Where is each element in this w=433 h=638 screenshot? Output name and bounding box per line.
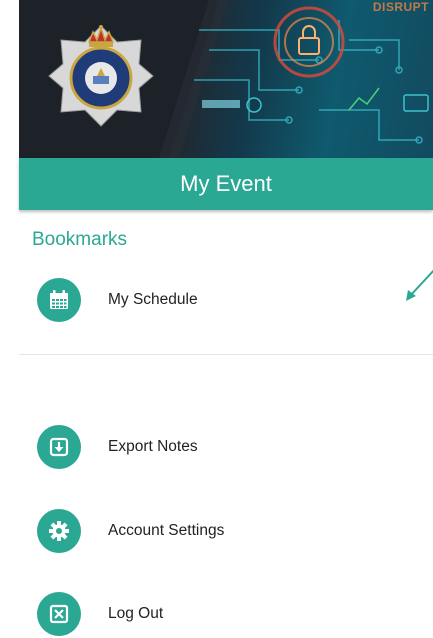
title-bar: My Event (19, 158, 433, 210)
gear-icon (37, 509, 81, 553)
menu-item-label: My Schedule (108, 291, 198, 308)
menu-item-account-settings[interactable]: Account Settings (37, 508, 433, 554)
banner-tag-text: DISRUPT (372, 0, 429, 14)
annotation-arrow-icon (406, 269, 433, 301)
menu-item-my-schedule[interactable]: My Schedule (37, 277, 433, 323)
page-title: My Event (180, 171, 272, 196)
menu-item-label: Export Notes (108, 438, 198, 455)
calendar-icon (37, 278, 81, 322)
menu-item-log-out[interactable]: Log Out (37, 591, 433, 637)
section-title-bookmarks: Bookmarks (32, 229, 128, 250)
menu-item-export-notes[interactable]: Export Notes (37, 424, 433, 470)
logout-icon (37, 592, 81, 636)
divider (19, 354, 433, 355)
header-banner: DISRUPT (19, 0, 433, 158)
menu-item-label: Log Out (108, 605, 164, 622)
menu-item-label: Account Settings (108, 522, 225, 539)
export-icon (37, 425, 81, 469)
police-badge-logo (48, 25, 154, 127)
